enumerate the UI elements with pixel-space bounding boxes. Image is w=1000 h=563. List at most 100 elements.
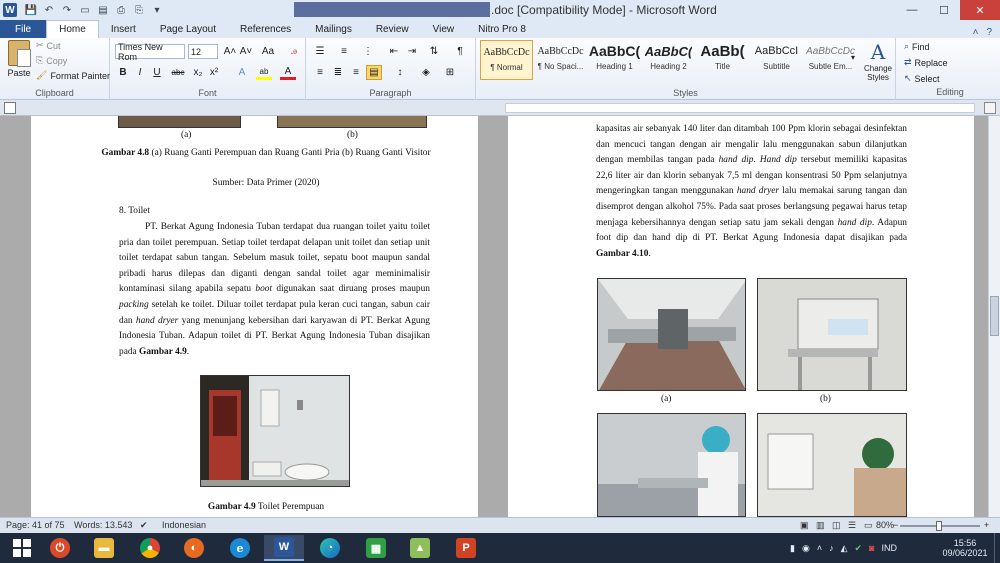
save-icon[interactable]: 💾 xyxy=(25,4,37,16)
draft-view-icon[interactable]: ▭ xyxy=(864,520,873,531)
taskbar-internet-explorer[interactable]: e xyxy=(220,535,260,561)
align-center-icon[interactable]: ≣ xyxy=(330,65,346,80)
tab-references[interactable]: References xyxy=(228,20,303,38)
tab-review[interactable]: Review xyxy=(364,20,421,38)
taskbar-firefox[interactable]: ◐ xyxy=(174,535,214,561)
shrink-font-button[interactable]: A˅ xyxy=(238,44,254,59)
zoom-level[interactable]: 80% xyxy=(876,520,894,530)
security-icon[interactable]: ✔ xyxy=(855,543,863,554)
numbering-icon[interactable]: ≡ xyxy=(336,44,352,59)
word-app-icon[interactable]: W xyxy=(3,3,17,17)
font-family-select[interactable]: Times New Rom xyxy=(115,42,185,62)
full-screen-reading-icon[interactable]: ▥ xyxy=(816,520,825,531)
language-indicator[interactable]: Indonesian xyxy=(162,520,206,530)
replace-button[interactable]: ⇄ Replace xyxy=(904,57,948,68)
tab-mailings[interactable]: Mailings xyxy=(303,20,364,38)
text-effects-button[interactable]: A xyxy=(234,65,250,80)
line-spacing-icon[interactable]: ↕ xyxy=(392,65,408,80)
page-count[interactable]: Page: 41 of 75 xyxy=(6,520,65,530)
style-heading-1[interactable]: AaBbC( Heading 1 xyxy=(588,40,641,80)
taskbar-chrome[interactable]: ● xyxy=(130,535,170,561)
undo-icon[interactable]: ↶ xyxy=(43,4,55,16)
italic-button[interactable]: I xyxy=(132,65,148,80)
tab-home[interactable]: Home xyxy=(46,20,99,38)
taskbar-power-app[interactable]: ⏻ xyxy=(40,535,80,561)
borders-icon[interactable]: ⊞ xyxy=(442,65,458,80)
page-right[interactable]: kapasitas air sebanyak 140 liter dan dit… xyxy=(508,116,974,517)
open-icon[interactable]: ▤ xyxy=(97,4,109,16)
zoom-slider[interactable] xyxy=(900,521,980,531)
change-styles-button[interactable]: A Change Styles xyxy=(860,40,896,82)
new-doc-icon[interactable]: ▭ xyxy=(79,4,91,16)
redo-icon[interactable]: ↷ xyxy=(61,4,73,16)
change-case-button[interactable]: Aa xyxy=(260,44,276,59)
help-icon[interactable]: ? xyxy=(986,27,992,38)
align-right-icon[interactable]: ≡ xyxy=(348,65,364,80)
strikethrough-button[interactable]: abc xyxy=(170,65,186,80)
superscript-button[interactable]: x² xyxy=(206,65,222,80)
taskbar-file-explorer[interactable]: ▬ xyxy=(84,535,124,561)
tab-file[interactable]: File xyxy=(0,20,47,38)
justify-icon[interactable]: ▤ xyxy=(366,65,382,80)
underline-button[interactable]: U xyxy=(149,65,165,80)
multilevel-list-icon[interactable]: ⋮ xyxy=(360,44,376,59)
increase-indent-icon[interactable]: ⇥ xyxy=(404,44,420,59)
style-no-spacing[interactable]: AaBbCcDc ¶ No Spaci... xyxy=(534,40,587,80)
network-icon[interactable]: ◭ xyxy=(841,543,848,554)
font-size-select[interactable]: 12 xyxy=(188,44,218,59)
clear-formatting-icon[interactable]: ꭿ xyxy=(286,44,302,59)
battery-icon[interactable]: ▮ xyxy=(790,543,795,554)
tab-insert[interactable]: Insert xyxy=(99,20,148,38)
minimize-button[interactable]: — xyxy=(896,0,928,20)
print-layout-icon[interactable]: ▣ xyxy=(800,520,809,531)
format-painter-button[interactable]: 🖌 Format Painter xyxy=(36,70,110,81)
minimize-ribbon-icon[interactable]: ˄ xyxy=(973,27,979,38)
web-layout-icon[interactable]: ◫ xyxy=(832,520,841,531)
taskbar-powerpoint[interactable]: P xyxy=(446,535,486,561)
taskbar-calculator[interactable]: ▦ xyxy=(356,535,396,561)
print-preview-icon[interactable]: ⎙ xyxy=(115,4,127,16)
proofing-icon[interactable]: ✔ xyxy=(140,520,148,531)
customize-qat-icon[interactable]: ▾ xyxy=(151,4,163,16)
style-normal[interactable]: AaBbCcDc ¶ Normal xyxy=(480,40,533,80)
styles-more-icon[interactable]: ▾ xyxy=(848,50,858,65)
style-heading-2[interactable]: AaBbC( Heading 2 xyxy=(642,40,695,80)
zoom-in-button[interactable]: + xyxy=(984,520,989,530)
show-desktop-button[interactable] xyxy=(994,533,1000,563)
tray-app-icon[interactable]: ◉ xyxy=(802,543,810,554)
scrollbar-thumb[interactable] xyxy=(990,296,999,336)
outline-view-icon[interactable]: ☰ xyxy=(848,520,856,531)
tab-view[interactable]: View xyxy=(421,20,467,38)
show-marks-button[interactable]: ¶ xyxy=(452,44,468,59)
copy-button[interactable]: ⎘ Copy xyxy=(36,55,67,66)
find-button[interactable]: ⌕ Find xyxy=(904,41,930,52)
style-title[interactable]: AaBb( Title xyxy=(696,40,749,80)
font-color-button[interactable]: A xyxy=(280,65,296,80)
tab-selector[interactable] xyxy=(4,102,16,114)
word-count[interactable]: Words: 13.543 xyxy=(74,520,132,530)
tab-page-layout[interactable]: Page Layout xyxy=(148,20,228,38)
select-button[interactable]: ↖ Select xyxy=(904,73,940,84)
shading-icon[interactable]: ◈ xyxy=(418,65,434,80)
taskbar-word[interactable]: W xyxy=(264,535,304,561)
cut-button[interactable]: ✂ Cut xyxy=(36,40,61,51)
taskbar-edge[interactable]: ◔ xyxy=(310,535,350,561)
quick-print-icon[interactable]: ⎘ xyxy=(133,4,145,16)
decrease-indent-icon[interactable]: ⇤ xyxy=(386,44,402,59)
zoom-out-button[interactable]: − xyxy=(893,520,898,530)
paste-button[interactable]: Paste xyxy=(4,40,34,86)
highlight-button[interactable]: ab xyxy=(256,65,272,80)
close-button[interactable]: ✕ xyxy=(960,0,1000,20)
style-subtitle[interactable]: AaBbCcI Subtitle xyxy=(750,40,803,80)
vertical-scrollbar[interactable] xyxy=(988,116,1000,517)
language-button[interactable]: IND xyxy=(881,543,897,553)
sort-icon[interactable]: ⇅ xyxy=(426,44,442,59)
align-left-icon[interactable]: ≡ xyxy=(312,65,328,80)
zoom-slider-knob[interactable] xyxy=(936,521,942,531)
grow-font-button[interactable]: A˄ xyxy=(222,44,238,59)
bold-button[interactable]: B xyxy=(115,65,131,80)
horizontal-ruler[interactable] xyxy=(505,103,975,113)
tab-nitro-pro[interactable]: Nitro Pro 8 xyxy=(466,20,538,38)
maximize-button[interactable]: ☐ xyxy=(928,0,960,20)
antivirus-icon[interactable]: ◙ xyxy=(869,543,874,553)
